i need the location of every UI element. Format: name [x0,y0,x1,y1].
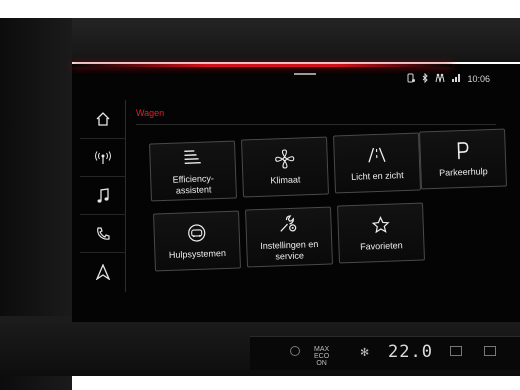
clock: 10:06 [467,74,490,84]
tile-parking-assist[interactable]: Parkeerhulp [419,128,507,190]
tile-lights-visibility[interactable]: Licht en zicht [333,132,421,194]
rear-defrost-button[interactable] [450,346,462,356]
tile-efficiency-assistant[interactable]: Efficiency- assistent [149,140,237,202]
dashboard-top [0,18,520,62]
tile-label: Instellingen en service [260,238,319,261]
seat-heat-button[interactable] [290,346,300,356]
climate-fan-icon[interactable]: ✻ [360,346,369,359]
road-lights-icon [365,144,388,167]
tile-label: Hulpsystemen [168,247,227,260]
tile-label: Klimaat [270,174,301,186]
signal-bars-icon [451,73,461,85]
tile-settings-service[interactable]: Instellingen en service [245,206,333,268]
tile-assist-systems[interactable]: Hulpsystemen [153,210,241,272]
sidebar-item-phone[interactable] [80,214,126,252]
home-icon [95,111,111,127]
wrench-gear-icon [277,212,300,235]
sidebar-item-media[interactable] [80,176,126,214]
parking-icon [454,140,471,163]
accent-light-strip [72,64,452,67]
radio-icon [94,150,112,165]
sidebar [80,100,126,292]
tile-climate[interactable]: Klimaat [241,136,329,198]
phone-link-icon [406,73,416,85]
star-icon [371,214,390,237]
bluetooth-icon [422,72,429,85]
assist-systems-icon [185,222,208,245]
navigation-icon [96,263,110,280]
sidebar-item-radio[interactable] [80,138,126,176]
title-divider [136,124,496,125]
page-title: Wagen [136,108,165,118]
status-bar: 10:06 [406,72,490,86]
temperature-display: 22.0 [388,342,433,362]
efficiency-icon [182,146,203,169]
phone-icon [95,226,111,242]
tile-label: Licht en zicht [351,170,404,182]
passenger-icon [435,73,445,85]
music-note-icon [96,187,110,204]
tile-label: Parkeerhulp [439,166,488,178]
pull-down-handle[interactable] [294,73,316,75]
fan-icon [273,148,296,171]
infotainment-screen: 10:06 Wagen Efficiency- assistent Klimaa… [72,64,520,322]
front-defrost-button[interactable] [484,346,496,356]
sidebar-item-navigation[interactable] [80,252,126,290]
sidebar-item-home[interactable] [80,100,126,138]
tile-favorites[interactable]: Favorieten [337,202,425,264]
max-eco-indicator: MAX ECO ON [314,346,330,367]
tile-label: Favorieten [360,240,403,252]
tile-label: Efficiency- assistent [172,172,215,196]
